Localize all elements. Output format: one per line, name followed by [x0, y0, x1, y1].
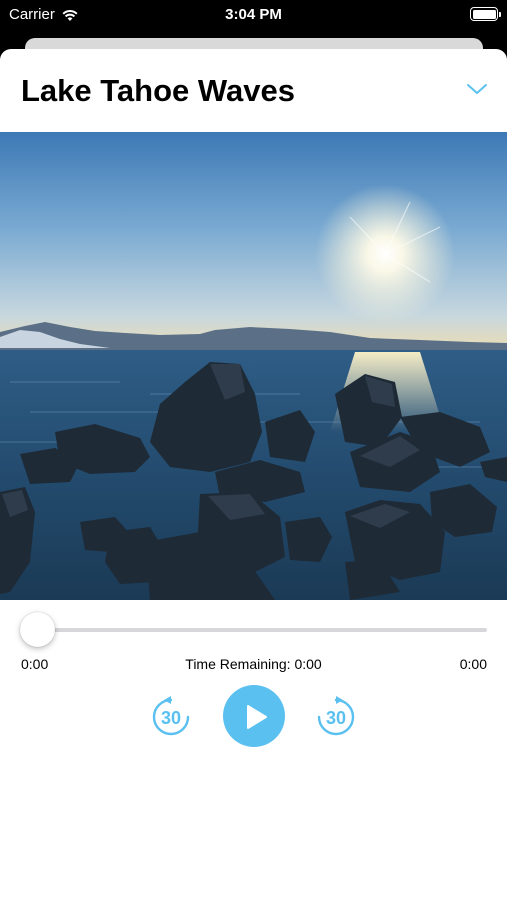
playback-controls: 30 30 — [0, 685, 507, 747]
lake-photo — [0, 132, 507, 600]
page-title: Lake Tahoe Waves — [21, 73, 295, 108]
chevron-down-icon[interactable] — [465, 81, 489, 97]
battery-icon — [470, 7, 501, 21]
skip-forward-label: 30 — [325, 707, 347, 728]
progress-track[interactable] — [21, 628, 487, 632]
status-time: 3:04 PM — [225, 6, 282, 23]
skip-back-button[interactable]: 30 — [149, 694, 193, 738]
skip-back-label: 30 — [160, 707, 182, 728]
time-remaining: Time Remaining: 0:00 — [185, 656, 322, 672]
player-sheet: Lake Tahoe Waves 0:00 Time Remaining: 0:… — [0, 49, 507, 900]
skip-forward-button[interactable]: 30 — [314, 694, 358, 738]
total-duration: 0:00 — [459, 656, 487, 672]
play-icon — [247, 705, 267, 729]
status-bar: Carrier 3:04 PM — [0, 0, 507, 30]
progress-thumb[interactable] — [20, 612, 55, 647]
play-button[interactable] — [223, 685, 285, 747]
